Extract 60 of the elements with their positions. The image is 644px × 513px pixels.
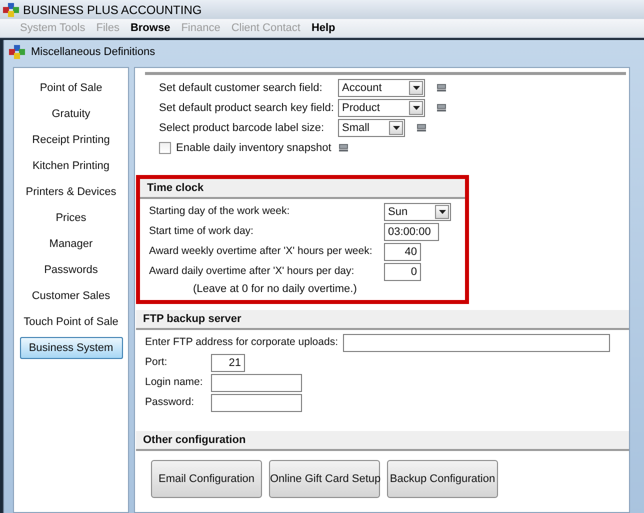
sidebar-item[interactable]: Printers & Devices [20, 179, 122, 205]
small-device-icon[interactable] [437, 104, 446, 112]
small-device-icon[interactable] [437, 84, 446, 92]
menu-item[interactable]: Browse [130, 20, 170, 36]
menu-item[interactable]: Help [311, 20, 336, 36]
sidebar-item[interactable]: Receipt Printing [20, 127, 122, 153]
checkbox[interactable] [159, 142, 171, 154]
field-label: Set default product search key field: [159, 100, 334, 116]
input-field[interactable] [343, 334, 610, 352]
input-field[interactable] [211, 374, 302, 392]
config-button[interactable]: Backup Configuration [387, 460, 498, 498]
caret-icon [438, 210, 446, 214]
caret-icon [412, 106, 420, 110]
app-logo-icon [3, 2, 19, 16]
sidebar-item[interactable]: Passwords [20, 257, 122, 283]
sidebar-item[interactable]: Prices [20, 205, 122, 231]
sidebar-item[interactable]: Gratuity [20, 101, 122, 127]
section-title: Other configuration [143, 432, 246, 448]
checkbox-label: Enable daily inventory snapshot [176, 140, 332, 156]
dropdown-button[interactable] [389, 121, 403, 135]
field-label: Enter FTP address for corporate uploads: [145, 335, 339, 350]
sidebar-item[interactable]: Point of Sale [20, 75, 122, 101]
sidebar-item[interactable]: Business System [20, 337, 122, 359]
dropdown-button[interactable] [435, 205, 449, 219]
dropdown-button[interactable] [409, 81, 423, 95]
input-field[interactable]: 40 [384, 243, 421, 261]
field-label: Select product barcode label size: [159, 120, 326, 136]
small-device-icon[interactable] [339, 144, 348, 152]
field-label: Start time of work day: [149, 224, 254, 240]
dropdown-field[interactable]: Sun [384, 203, 451, 221]
input-field[interactable]: 03:00:00 [384, 223, 439, 241]
sidebar-item[interactable]: Customer Sales [20, 283, 122, 309]
field-label: Award daily overtime after 'X' hours per day: [149, 264, 356, 280]
caret-icon [412, 86, 420, 90]
caret-icon [392, 126, 400, 130]
dropdown-button[interactable] [409, 101, 423, 115]
sidebar-item[interactable]: Kitchen Printing [20, 153, 122, 179]
section-title: Time clock [147, 180, 204, 196]
input-field[interactable]: 21 [211, 354, 245, 372]
field-label: Starting day of the work week: [149, 204, 291, 220]
sidebar-item[interactable]: Manager [20, 231, 122, 257]
config-button[interactable]: Online Gift Card Setup [269, 460, 380, 498]
hint-text: (Leave at 0 for no daily overtime.) [193, 282, 357, 297]
input-field[interactable] [211, 394, 302, 412]
field-label: Port: [145, 355, 168, 370]
subwindow-title: Miscellaneous Definitions [31, 44, 156, 60]
config-button[interactable]: Email Configuration [151, 460, 262, 498]
input-field[interactable]: 0 [384, 263, 421, 281]
section-title: FTP backup server [143, 312, 242, 327]
dropdown-field[interactable]: Account [338, 79, 425, 97]
field-label: Password: [145, 395, 196, 410]
sidebar-item[interactable]: Touch Point of Sale [20, 309, 122, 335]
field-label: Award weekly overtime after 'X' hours per week: [149, 244, 374, 260]
field-label: Login name: [145, 375, 204, 390]
dropdown-field[interactable]: Product [338, 99, 425, 117]
dropdown-field[interactable]: Small [338, 119, 405, 137]
window-title: BUSINESS PLUS ACCOUNTING [23, 2, 202, 18]
field-label: Set default customer search field: [159, 80, 324, 96]
app-logo-icon [9, 45, 25, 59]
small-device-icon[interactable] [417, 124, 426, 132]
